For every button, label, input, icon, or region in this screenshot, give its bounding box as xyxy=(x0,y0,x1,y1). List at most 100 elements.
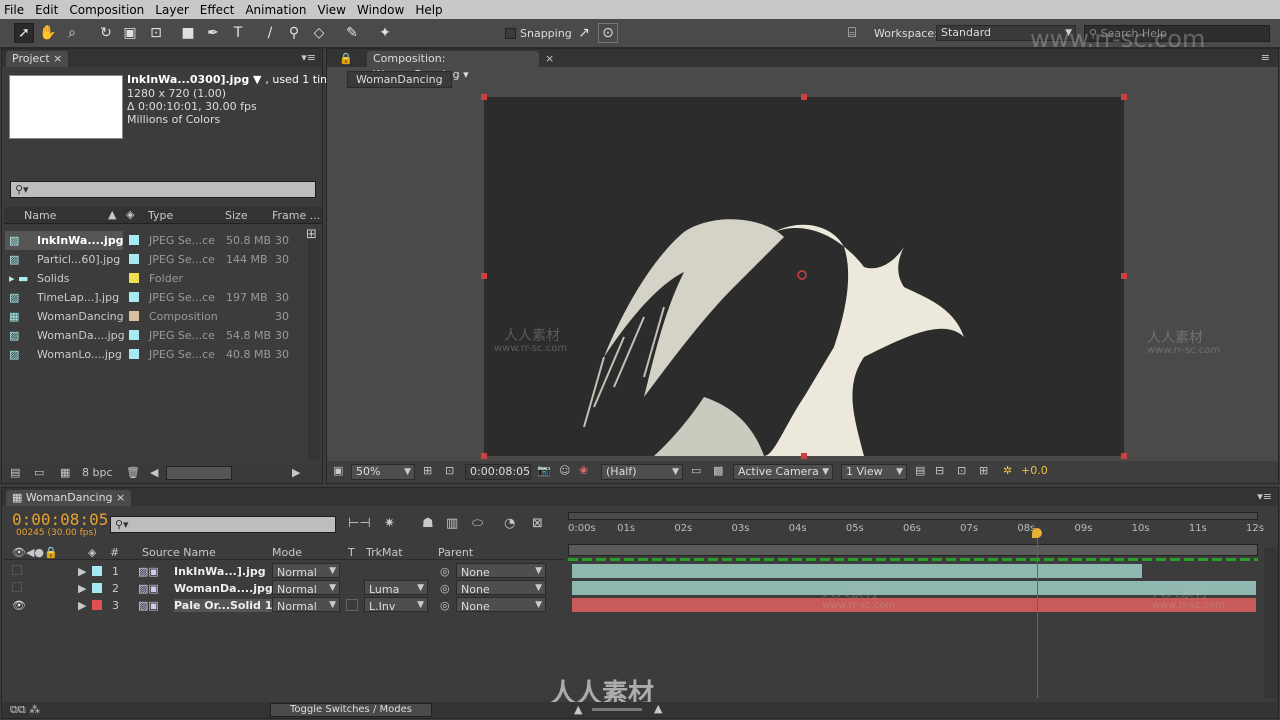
pan-behind-tool-icon[interactable]: ⊡ xyxy=(146,23,166,43)
menu-animation[interactable]: Animation xyxy=(245,3,306,17)
project-item-row[interactable]: ▨ TimeLap...].jpg JPEG Se...ce 197 MB 30 xyxy=(5,288,305,307)
label-color-swatch[interactable] xyxy=(129,254,139,264)
pickwhip-icon[interactable]: ◎ xyxy=(440,599,450,612)
label-color-swatch[interactable] xyxy=(129,273,139,283)
flowchart-icon[interactable]: ⊞ xyxy=(306,227,317,242)
clone-stamp-tool-icon[interactable]: ⚲ xyxy=(284,23,304,43)
menu-effect[interactable]: Effect xyxy=(200,3,235,17)
zoom-in-icon[interactable]: ▲ xyxy=(654,702,662,715)
layer-mode-dropdown[interactable]: Normal ▼ xyxy=(272,563,340,579)
bit-depth[interactable]: 8 bpc xyxy=(82,466,113,479)
layer-name[interactable]: InkInWa...].jpg xyxy=(174,565,266,578)
col-parent[interactable]: Parent xyxy=(438,546,473,559)
label-tag-icon[interactable]: ◈ xyxy=(126,208,134,221)
new-folder-icon[interactable]: ▭ xyxy=(34,466,44,479)
layer-name[interactable]: Pale Or...Solid 1 xyxy=(174,599,273,612)
region-of-interest-icon[interactable]: ▭ xyxy=(691,464,701,477)
label-color-swatch[interactable] xyxy=(129,292,139,302)
eye-icon[interactable]: 👁 xyxy=(12,599,26,612)
camera-tool-icon[interactable]: ▣ xyxy=(120,23,140,43)
label-color-swatch[interactable] xyxy=(129,235,139,245)
menu-composition[interactable]: Composition xyxy=(69,3,144,17)
rectangle-tool-icon[interactable]: ■ xyxy=(178,23,198,43)
shy-layers-icon[interactable]: ☗ xyxy=(422,516,434,531)
timeline-layer-row[interactable]: 👁 ▶ 3 ▨▣ Pale Or...Solid 1 Normal ▼ L.Inv ▼ ◎ None… xyxy=(6,597,566,614)
playhead-icon[interactable] xyxy=(1032,528,1042,538)
tab-timeline[interactable]: ▦ WomanDancing × xyxy=(6,490,132,506)
layer-name[interactable]: WomanDa....jpg xyxy=(174,582,273,595)
label-color-swatch[interactable] xyxy=(129,311,139,321)
project-item-row[interactable]: ▨ Particl...60].jpg JPEG Se...ce 144 MB 30 xyxy=(5,250,305,269)
zoom-out-icon[interactable]: ▲ xyxy=(574,703,582,716)
col-number[interactable]: # xyxy=(110,546,119,559)
label-color-swatch[interactable] xyxy=(129,349,139,359)
parent-dropdown[interactable]: None ▼ xyxy=(456,580,546,596)
scroll-right-icon[interactable]: ▶ xyxy=(292,466,300,479)
menu-edit[interactable]: Edit xyxy=(35,3,58,17)
col-trkmat[interactable]: TrkMat xyxy=(366,546,403,559)
current-time-field[interactable]: 0:00:08:05 xyxy=(465,464,531,480)
menu-help[interactable]: Help xyxy=(415,3,442,17)
magnification-dropdown[interactable]: 50% ▼ xyxy=(351,464,415,480)
color-channel-icon[interactable]: ❀ xyxy=(579,464,588,477)
col-frame[interactable]: Frame ... xyxy=(272,209,320,222)
type-tool-icon[interactable]: T xyxy=(228,23,248,43)
menu-view[interactable]: View xyxy=(318,3,346,17)
puppet-tool-icon[interactable]: ✦ xyxy=(375,23,395,43)
brush-tool-icon[interactable]: / xyxy=(260,23,280,43)
transparency-grid-icon[interactable]: ▩ xyxy=(713,464,723,477)
visibility-toggle[interactable] xyxy=(12,582,22,592)
roto-brush-tool-icon[interactable]: ✎ xyxy=(342,23,362,43)
preserve-transparency-checkbox[interactable] xyxy=(346,599,358,611)
expand-triangle-icon[interactable]: ▶ xyxy=(78,582,86,595)
panel-menu-icon[interactable]: ▾≡ xyxy=(301,51,316,64)
resolution-grid-icon[interactable]: ⊞ xyxy=(423,464,432,477)
tab-project[interactable]: Project × xyxy=(6,51,69,67)
project-item-row[interactable]: ▨ WomanLo....jpg JPEG Se...ce 40.8 MB 30 xyxy=(5,345,305,364)
motion-blur-icon[interactable]: ⬭ xyxy=(472,516,483,531)
project-item-row[interactable]: ▸ ▬ Solids Folder xyxy=(5,269,305,288)
timeline-timecode[interactable]: 0:00:08:05 xyxy=(12,510,108,529)
timeline-layer-row[interactable]: ▶ 2 ▨▣ WomanDa....jpg Normal ▼ Luma ▼ ◎ None ▼ xyxy=(6,580,566,597)
layer-mode-dropdown[interactable]: Normal ▼ xyxy=(272,580,340,596)
layer-label-swatch[interactable] xyxy=(92,583,102,593)
menu-layer[interactable]: Layer xyxy=(155,3,188,17)
col-name[interactable]: Name xyxy=(24,209,56,222)
project-item-row[interactable]: ▨ InkInWa....jpg JPEG Se...ce 50.8 MB 30 xyxy=(5,231,289,250)
rotation-tool-icon[interactable]: ↻ xyxy=(96,23,116,43)
interpret-footage-icon[interactable]: ▤ xyxy=(10,466,20,479)
camera-dropdown[interactable]: Active Camera ▼ xyxy=(733,464,833,480)
time-ruler[interactable]: 0:00s 01s 02s 03s 04s 05s 06s 07s 08s 09s 10s 11s 12… xyxy=(568,521,1264,541)
exposure-value[interactable]: +0.0 xyxy=(1021,464,1048,477)
col-mode[interactable]: Mode xyxy=(272,546,302,559)
snapping-checkbox[interactable] xyxy=(505,28,516,39)
horizontal-scroll-thumb[interactable] xyxy=(166,466,232,480)
label-color-swatch[interactable] xyxy=(129,330,139,340)
col-t[interactable]: T xyxy=(348,546,355,559)
toggle-switches-button[interactable]: Toggle Switches / Modes xyxy=(270,703,432,717)
tab-composition[interactable]: Composition: WomanDancing ▾ xyxy=(367,51,539,81)
timeline-scrollbar[interactable] xyxy=(1264,548,1278,698)
track-matte-dropdown[interactable]: Luma ▼ xyxy=(364,580,428,596)
zoom-slider[interactable] xyxy=(592,708,642,711)
snap-icon[interactable]: ↗ xyxy=(574,23,594,43)
pickwhip-icon[interactable]: ◎ xyxy=(440,582,450,595)
menu-file[interactable]: File xyxy=(4,3,24,17)
safe-margins-icon[interactable]: ⊡ xyxy=(445,464,454,477)
draft-3d-icon[interactable]: ✷ xyxy=(384,516,395,531)
layer-switches-icon[interactable]: ⧉⧉ ⁂ xyxy=(10,703,40,717)
layer-label-swatch[interactable] xyxy=(92,566,102,576)
scroll-left-icon[interactable]: ◀ xyxy=(150,466,158,479)
panel-menu-icon[interactable]: ▾≡ xyxy=(1257,490,1272,503)
layer-label-swatch[interactable] xyxy=(92,600,102,610)
layer-bar-1[interactable] xyxy=(572,564,1142,578)
fast-previews-icon[interactable]: ⊟ xyxy=(935,464,944,477)
show-snapshot-icon[interactable]: ☺ xyxy=(559,464,570,477)
new-composition-icon[interactable]: ▦ xyxy=(60,466,70,479)
project-search-input[interactable]: ⚲▾ xyxy=(10,181,316,198)
eraser-tool-icon[interactable]: ◇ xyxy=(309,23,329,43)
track-matte-dropdown[interactable]: L.Inv ▼ xyxy=(364,597,428,613)
menu-window[interactable]: Window xyxy=(357,3,404,17)
expand-triangle-icon[interactable]: ▶ xyxy=(78,599,86,612)
composition-viewer[interactable]: 人人素材 www.rr-sc.com xyxy=(484,97,1124,456)
